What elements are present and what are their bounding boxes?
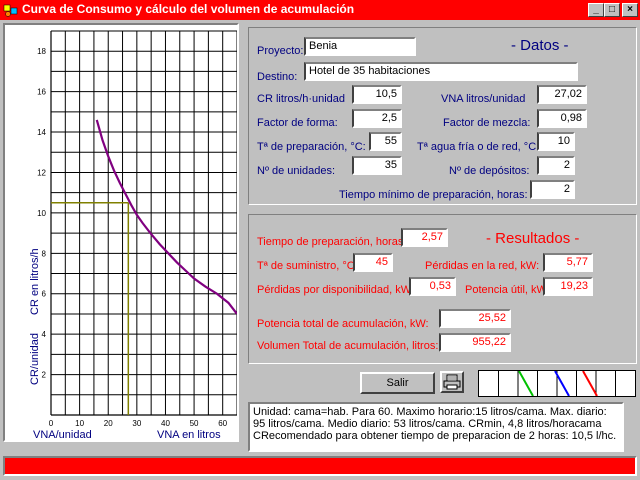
proyecto-input[interactable]: Benia xyxy=(304,37,416,56)
datos-title: - Datos - xyxy=(511,37,569,54)
perdidas-red-label: Pérdidas en la red, kW: xyxy=(425,260,540,272)
info-textbox[interactable]: Unidad: cama=hab. Para 60. Maximo horari… xyxy=(248,402,624,452)
perdidas-red-output: 5,77 xyxy=(543,253,593,272)
datos-panel: - Datos - Proyecto: Benia Destino: Hotel… xyxy=(248,27,637,205)
title-bar: Curva de Consumo y cálculo del volumen d… xyxy=(0,0,640,20)
y-tick-label: 8 xyxy=(42,249,47,258)
volumen-total-output: 955,22 xyxy=(439,333,511,352)
x-axis-label-right: VNA en litros xyxy=(157,429,221,440)
resultados-title: - Resultados - xyxy=(486,230,580,247)
y-axis-label-top: CR en litros/h xyxy=(29,248,41,315)
tiempo-minimo-input[interactable]: 2 xyxy=(530,180,575,199)
x-tick-label: 10 xyxy=(75,419,84,428)
legend-line xyxy=(518,370,534,397)
y-tick-label: 18 xyxy=(37,47,46,56)
destino-label: Destino: xyxy=(257,71,298,83)
info-line: 95 litros/cama. Medio diario: 53 litros/… xyxy=(253,418,602,430)
cr-input[interactable]: 10,5 xyxy=(352,85,402,104)
x-tick-label: 40 xyxy=(161,419,170,428)
consumption-curve xyxy=(95,119,238,315)
consumption-curve-chart: 0 10 20 30 40 50 60 2 4 6 8 10 12 14 16 18 VNA/unidad VNA… xyxy=(29,30,238,441)
status-bar xyxy=(3,456,637,476)
t-suministro-label: Tª de suministro, °C: xyxy=(257,260,358,272)
curve-legend-strip xyxy=(478,370,636,397)
t-suministro-output: 45 xyxy=(353,253,393,272)
print-button[interactable] xyxy=(440,371,464,393)
info-line: CRecomendado para obtener tiempo de prep… xyxy=(253,430,617,442)
factor-forma-input[interactable]: 2,5 xyxy=(352,109,402,128)
app-icon[interactable] xyxy=(3,2,19,18)
vna-input[interactable]: 27,02 xyxy=(537,85,587,104)
y-tick-label: 2 xyxy=(42,371,47,380)
salir-label: Salir xyxy=(386,377,409,389)
proyecto-label: Proyecto: xyxy=(257,45,304,57)
n-unidades-input[interactable]: 35 xyxy=(352,156,402,175)
maximize-button[interactable]: □ xyxy=(604,3,620,17)
potencia-total-output: 25,52 xyxy=(439,309,511,328)
y-tick-label: 16 xyxy=(37,88,46,97)
x-tick-label: 0 xyxy=(49,419,54,428)
consumption-chart-panel: 0 10 20 30 40 50 60 2 4 6 8 10 12 14 16 18 VNA/unidad VNA… xyxy=(3,23,239,442)
destino-input[interactable]: Hotel de 35 habitaciones xyxy=(304,62,578,81)
t-agua-fria-label: Tª agua fría o de red, °C: xyxy=(417,141,540,153)
factor-mezcla-label: Factor de mezcla: xyxy=(443,117,531,129)
x-tick-label: 20 xyxy=(104,419,113,428)
curve-legend-graphic xyxy=(498,370,616,397)
x-axis-label-left: VNA/unidad xyxy=(33,429,92,440)
minimize-button[interactable]: _ xyxy=(588,3,604,17)
x-tick-label: 60 xyxy=(218,419,227,428)
perdidas-disponibilidad-output: 0,53 xyxy=(409,277,456,296)
factor-forma-label: Factor de forma: xyxy=(257,117,338,129)
resultados-panel: - Resultados - Tiempo de preparación, ho… xyxy=(248,214,637,364)
info-line: Unidad: cama=hab. Para 60. Maximo horari… xyxy=(253,406,607,418)
potencia-total-label: Potencia total de acumulación, kW: xyxy=(257,318,429,330)
window-title: Curva de Consumo y cálculo del volumen d… xyxy=(22,2,355,16)
x-tick-label: 30 xyxy=(132,419,141,428)
y-tick-label: 12 xyxy=(37,168,46,177)
t-preparacion-label: Tª de preparación, °C: xyxy=(257,141,366,153)
salir-button[interactable]: Salir xyxy=(360,372,435,394)
cr-label: CR litros/h·unidad xyxy=(257,93,346,105)
potencia-util-label: Potencia útil, kW xyxy=(465,284,547,296)
close-button[interactable]: × xyxy=(622,3,638,17)
tiempo-preparacion-output: 2,57 xyxy=(401,228,448,247)
legend-line xyxy=(582,370,598,397)
vna-label: VNA litros/unidad xyxy=(441,93,526,105)
y-axis-label-bottom: CR/unidad xyxy=(29,333,41,385)
n-depositos-label: Nº de depósitos: xyxy=(449,165,530,177)
t-agua-fria-input[interactable]: 10 xyxy=(537,132,575,151)
n-unidades-label: Nº de unidades: xyxy=(257,165,336,177)
volumen-total-label: Volumen Total de acumulación, litros: xyxy=(257,340,439,352)
perdidas-disponibilidad-label: Pérdidas por disponibilidad, kW: xyxy=(257,284,414,296)
n-depositos-input[interactable]: 2 xyxy=(537,156,575,175)
tiempo-minimo-label: Tiempo mínimo de preparación, horas: xyxy=(339,189,528,201)
printer-icon xyxy=(443,374,461,390)
t-preparacion-input[interactable]: 55 xyxy=(369,132,402,151)
y-tick-label: 4 xyxy=(42,330,47,339)
x-tick-label: 50 xyxy=(190,419,199,428)
potencia-util-output: 19,23 xyxy=(543,277,593,296)
y-tick-label: 10 xyxy=(37,209,46,218)
factor-mezcla-input[interactable]: 0,98 xyxy=(537,109,587,128)
y-tick-label: 14 xyxy=(37,128,46,137)
y-tick-label: 6 xyxy=(42,290,47,299)
tiempo-preparacion-label: Tiempo de preparación, horas: xyxy=(257,236,407,248)
